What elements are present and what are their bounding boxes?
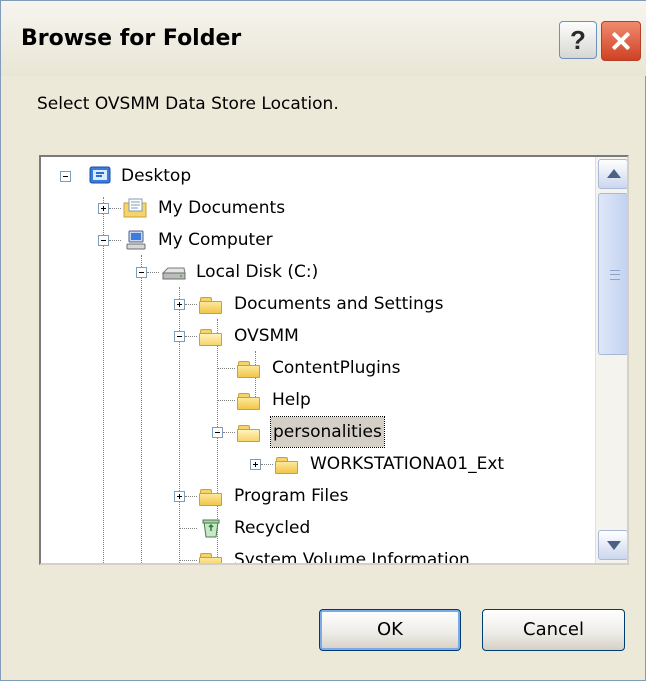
tree-item-program-files[interactable]: Program Files	[41, 481, 591, 511]
my-documents-icon	[123, 198, 147, 218]
folder-tree[interactable]: Desktop My Documents My Computer Local D…	[39, 155, 629, 565]
tree-item-documents-and-settings[interactable]: Documents and Settings	[41, 289, 591, 319]
folder-icon	[199, 328, 223, 346]
expand-toggle[interactable]	[174, 491, 185, 502]
tree-item-local-disk[interactable]: Local Disk (C:)	[41, 257, 591, 287]
folder-icon	[275, 456, 299, 474]
scroll-down-button[interactable]	[598, 530, 627, 560]
expand-toggle[interactable]	[250, 459, 261, 470]
title-bar[interactable]: Browse for Folder ?	[1, 1, 646, 76]
tree-item-label: Desktop	[121, 166, 192, 186]
tree-item-label: Help	[272, 390, 311, 410]
tree-item-label: Recycled	[234, 518, 311, 538]
instructions-text: Select OVSMM Data Store Location.	[37, 94, 339, 114]
desktop-icon	[89, 166, 111, 184]
expand-toggle[interactable]	[98, 203, 109, 214]
folder-icon	[237, 392, 261, 410]
tree-item-my-documents[interactable]: My Documents	[41, 193, 591, 223]
tree-item-label: personalities	[270, 416, 385, 448]
help-button[interactable]: ?	[559, 21, 597, 59]
collapse-toggle[interactable]	[136, 267, 147, 278]
folder-icon	[199, 488, 223, 506]
folder-tree-items: Desktop My Documents My Computer Local D…	[41, 157, 593, 565]
close-button[interactable]	[601, 21, 641, 61]
dialog-title: Browse for Folder	[21, 26, 242, 51]
tree-item-label: My Documents	[158, 198, 286, 218]
expand-toggle[interactable]	[174, 299, 185, 310]
tree-item-system-volume-information[interactable]: System Volume Information	[41, 545, 591, 565]
tree-item-label: System Volume Information	[234, 550, 470, 565]
folder-icon	[199, 296, 223, 314]
vertical-scrollbar[interactable]	[595, 157, 627, 563]
folder-icon	[237, 360, 261, 378]
tree-item-label: WORKSTATIONA01_Ext	[310, 454, 505, 474]
tree-item-workstationa01-ext[interactable]: WORKSTATIONA01_Ext	[41, 449, 591, 479]
browse-for-folder-dialog: Browse for Folder ? Select OVSMM Data St…	[0, 0, 646, 681]
folder-open-icon	[237, 424, 261, 442]
tree-item-label: ContentPlugins	[272, 358, 401, 378]
tree-item-help[interactable]: Help	[41, 385, 591, 415]
collapse-toggle[interactable]	[60, 171, 71, 182]
scroll-thumb[interactable]	[598, 193, 627, 355]
tree-item-recycled[interactable]: Recycled	[41, 513, 591, 543]
folder-icon	[199, 552, 223, 563]
tree-item-label: My Computer	[158, 230, 273, 250]
scroll-up-button[interactable]	[598, 159, 627, 189]
tree-item-label: OVSMM	[234, 326, 299, 346]
my-computer-icon	[126, 230, 146, 250]
collapse-toggle[interactable]	[212, 427, 223, 438]
hard-disk-icon	[162, 267, 186, 280]
recycle-bin-icon	[202, 519, 220, 538]
tree-item-my-computer[interactable]: My Computer	[41, 225, 591, 255]
tree-item-label: Local Disk (C:)	[196, 262, 319, 282]
tree-item-contentplugins[interactable]: ContentPlugins	[41, 353, 591, 383]
tree-item-ovsmm[interactable]: OVSMM	[41, 321, 591, 351]
tree-item-personalities[interactable]: personalities	[41, 416, 591, 448]
collapse-toggle[interactable]	[174, 331, 185, 342]
tree-item-label: Program Files	[234, 486, 349, 506]
collapse-toggle[interactable]	[98, 235, 109, 246]
cancel-button[interactable]: Cancel	[482, 609, 625, 651]
tree-item-desktop[interactable]: Desktop	[41, 161, 591, 191]
tree-item-label: Documents and Settings	[234, 294, 444, 314]
ok-button[interactable]: OK	[319, 609, 461, 651]
grip-icon	[610, 270, 620, 280]
